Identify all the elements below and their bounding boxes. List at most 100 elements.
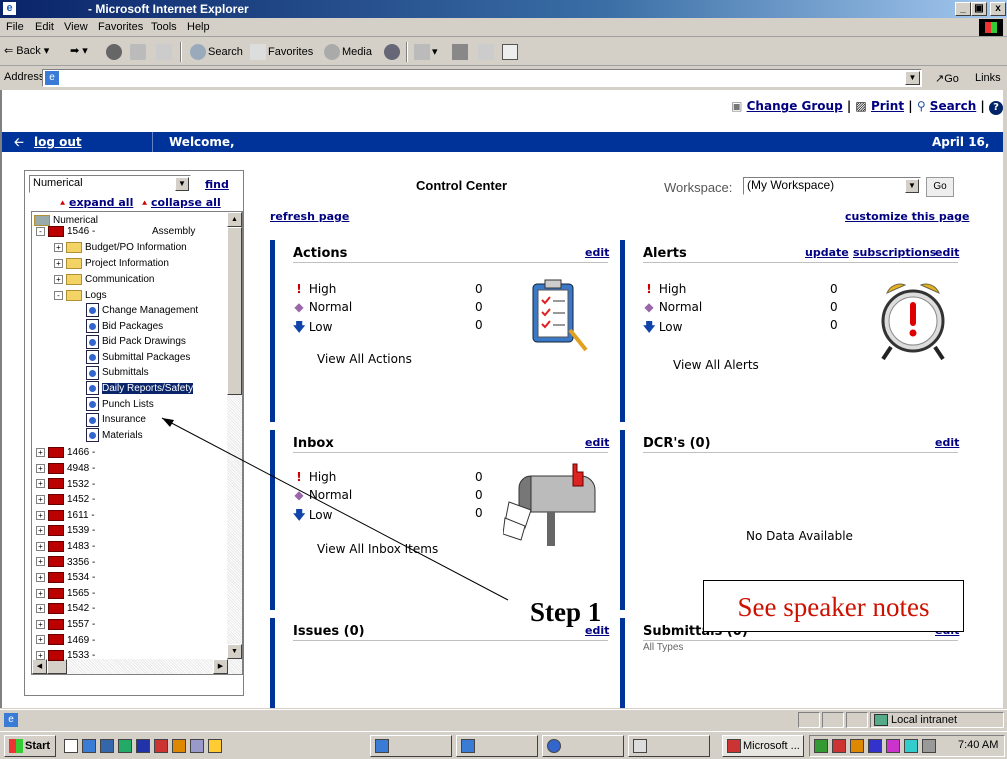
view-all-actions-link[interactable]: View All Actions (317, 352, 412, 366)
tree-project[interactable]: +1611 - (36, 508, 95, 524)
tree-log-item[interactable]: Submittal Packages (86, 350, 190, 366)
alerts-subscriptions-link[interactable]: subscriptions (853, 246, 936, 259)
menu-tools[interactable]: Tools (151, 21, 177, 33)
search-button[interactable]: Search (190, 44, 243, 60)
customize-page-link[interactable]: customize this page (845, 210, 970, 223)
stop-button[interactable] (106, 44, 124, 60)
history-button[interactable] (384, 44, 402, 60)
tree-log-item[interactable]: Punch Lists (86, 396, 154, 413)
menu-file[interactable]: File (6, 21, 24, 33)
print-link[interactable]: Print (871, 99, 904, 113)
menu-favorites[interactable]: Favorites (98, 21, 143, 33)
back-button[interactable]: ⇐ Back ▾ (4, 44, 49, 57)
taskbar-item[interactable] (542, 735, 624, 757)
scroll-right-button[interactable]: ▶ (213, 659, 228, 674)
discuss-button[interactable] (502, 44, 520, 60)
tree-project[interactable]: +1542 - (36, 601, 95, 617)
menu-help[interactable]: Help (187, 21, 210, 33)
tree-project-1546[interactable]: -1546 - (36, 224, 95, 240)
actions-edit-link[interactable]: edit (585, 246, 609, 259)
quicklaunch-icon[interactable] (172, 739, 186, 753)
tree-project[interactable]: +1532 - (36, 477, 95, 493)
tray-icon[interactable] (814, 739, 828, 753)
quicklaunch-icon[interactable] (64, 739, 78, 753)
tree-log-item[interactable]: Change Management (86, 303, 198, 319)
search-link[interactable]: Search (930, 99, 976, 113)
tree-log-item[interactable]: Bid Pack Drawings (86, 334, 186, 350)
tree-log-item[interactable]: Bid Packages (86, 318, 163, 335)
tray-icon[interactable] (904, 739, 918, 753)
tree-project[interactable]: +1533 - (36, 648, 95, 664)
maximize-button[interactable]: ▣ (971, 2, 987, 16)
scroll-down-button[interactable]: ▼ (227, 644, 242, 659)
tree-project[interactable]: +1539 - (36, 523, 95, 539)
taskbar-item-microsoft[interactable]: Microsoft ... (722, 735, 804, 757)
tray-icon[interactable] (850, 739, 864, 753)
refresh-page-link[interactable]: refresh page (270, 210, 349, 223)
sort-select[interactable]: Numerical ▼ (29, 175, 191, 193)
tree-project[interactable]: +1452 - (36, 492, 95, 508)
scroll-up-button[interactable]: ▲ (227, 212, 242, 227)
tree-project-name[interactable]: Assembly (152, 224, 195, 240)
links-button[interactable]: Links (975, 72, 1001, 84)
tree-project[interactable]: +1469 - (36, 633, 95, 649)
tree-folder[interactable]: - Logs (54, 288, 107, 304)
quicklaunch-icon[interactable] (190, 739, 204, 753)
change-group-link[interactable]: Change Group (747, 99, 843, 113)
favorites-button[interactable]: Favorites (250, 44, 313, 60)
workspace-select[interactable]: (My Workspace) ▼ (743, 177, 921, 195)
quicklaunch-icon[interactable] (100, 739, 114, 753)
inbox-edit-link[interactable]: edit (585, 436, 609, 449)
tree-folder[interactable]: + Project Information (54, 256, 169, 272)
go-button[interactable]: ↗Go (935, 72, 959, 85)
tree-log-item[interactable]: Daily Reports/Safety (86, 381, 194, 397)
alerts-update-link[interactable]: update (805, 246, 849, 259)
tree-log-item[interactable]: Submittals (86, 365, 149, 381)
workspace-go-button[interactable]: Go (926, 177, 954, 197)
taskbar-item[interactable] (456, 735, 538, 757)
taskbar-item[interactable] (628, 735, 710, 757)
help-icon[interactable]: ? (989, 101, 1003, 115)
mail-button[interactable]: ▾ (414, 44, 438, 60)
tree-scrollbar[interactable]: ▲ ▼ (227, 212, 242, 674)
tray-icon[interactable] (868, 739, 882, 753)
tree-project[interactable]: +1466 - (36, 445, 95, 461)
tree-project[interactable]: +1565 - (36, 586, 95, 602)
view-all-inbox-link[interactable]: View All Inbox Items (317, 542, 438, 556)
tree-project[interactable]: +3356 - (36, 555, 95, 571)
quicklaunch-word-icon[interactable] (136, 739, 150, 753)
print-toolbar-button[interactable] (452, 44, 470, 60)
collapse-all-link[interactable]: collapse all (151, 196, 221, 209)
scroll-thumb[interactable] (227, 227, 242, 395)
tray-icon[interactable] (886, 739, 900, 753)
menu-view[interactable]: View (64, 21, 88, 33)
tray-icon[interactable] (832, 739, 846, 753)
edit-page-button[interactable] (478, 44, 496, 60)
logout-link[interactable]: log out (34, 132, 82, 152)
expand-all-link[interactable]: expand all (69, 196, 133, 209)
forward-button[interactable]: ➡ ▾ (70, 44, 88, 57)
media-button[interactable]: Media (324, 44, 372, 60)
tree-project[interactable]: +1483 - (36, 539, 95, 555)
alerts-edit-link[interactable]: edit (935, 246, 959, 259)
home-button[interactable] (156, 44, 174, 60)
page-scrollbar[interactable] (1003, 90, 1007, 708)
tree-folder[interactable]: + Budget/PO Information (54, 240, 187, 256)
quicklaunch-icon[interactable] (208, 739, 222, 753)
address-input[interactable]: e ▼ (42, 69, 922, 87)
find-link[interactable]: find (205, 178, 229, 191)
tree-project[interactable]: +1534 - (36, 570, 95, 586)
quicklaunch-ie-icon[interactable] (82, 739, 96, 753)
refresh-button[interactable] (130, 44, 148, 60)
start-button[interactable]: Start (4, 735, 56, 757)
tree-folder[interactable]: + Communication (54, 272, 154, 288)
tree-project[interactable]: +4948 - (36, 461, 95, 477)
quicklaunch-excel-icon[interactable] (118, 739, 132, 753)
close-button[interactable]: x (990, 2, 1006, 16)
minimize-button[interactable]: _ (955, 2, 971, 16)
address-dropdown-button[interactable]: ▼ (905, 71, 920, 85)
dcrs-edit-link[interactable]: edit (935, 436, 959, 449)
taskbar-item[interactable] (370, 735, 452, 757)
tree-log-item[interactable]: Materials (86, 428, 143, 444)
tree-project[interactable]: +1557 - (36, 617, 95, 633)
